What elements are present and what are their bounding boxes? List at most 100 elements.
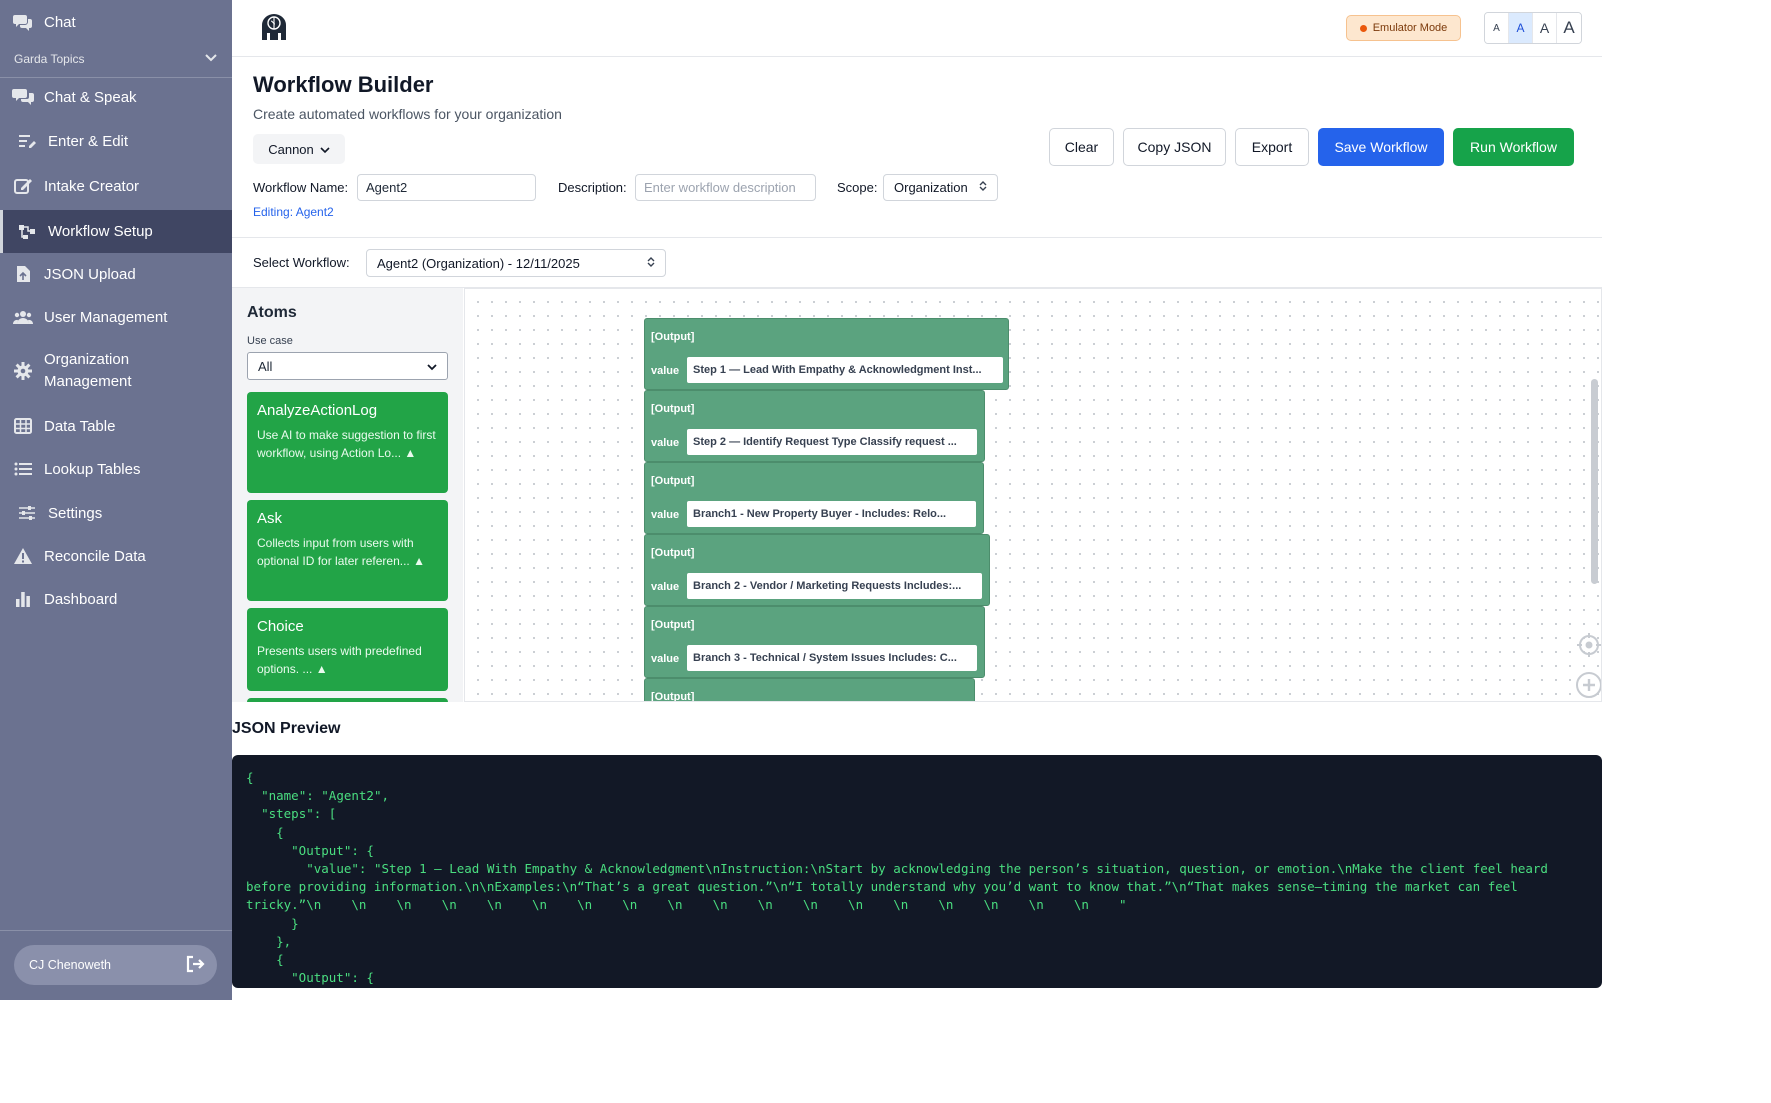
- atom-title: Ask: [257, 510, 283, 527]
- clear-button[interactable]: Clear: [1049, 128, 1114, 166]
- zoom-in-icon[interactable]: [1575, 671, 1601, 699]
- workflow-block[interactable]: [Output] value Step 1 — Lead With Empath…: [644, 318, 1009, 390]
- workflow-block[interactable]: [Output] value Branch 3 - Technical / Sy…: [644, 606, 985, 678]
- workflow-block[interactable]: [Output] value Step 2 — Identify Request…: [644, 390, 985, 462]
- workflow-block[interactable]: [Output] value Branch 2 - Vendor / Marke…: [644, 534, 990, 606]
- usecase-value: All: [258, 358, 273, 374]
- sidebar-item-chat-speak[interactable]: Chat & Speak: [0, 81, 232, 113]
- block-output-label: [Output]: [651, 475, 695, 487]
- select-workflow-dropdown[interactable]: Agent2 (Organization) - 12/11/2025: [366, 249, 666, 277]
- sidebar-item-lookup-tables[interactable]: Lookup Tables: [0, 453, 232, 485]
- pencil-square-icon: [12, 175, 34, 197]
- chat-bubbles-icon: [12, 11, 34, 33]
- font-size-xs-button[interactable]: A: [1485, 13, 1509, 43]
- json-preview-title: JSON Preview: [232, 720, 341, 737]
- chat-bubbles-icon: [12, 86, 34, 108]
- topics-dropdown[interactable]: Garda Topics: [0, 47, 232, 71]
- file-upload-icon: [12, 263, 34, 285]
- json-line: {: [246, 824, 284, 840]
- json-line: "Output": {: [246, 842, 374, 858]
- elephant-brain-logo: [258, 12, 290, 44]
- logout-icon[interactable]: [185, 955, 205, 976]
- workflow-canvas[interactable]: [Output] value Step 1 — Lead With Empath…: [464, 288, 1602, 702]
- copy-json-button[interactable]: Copy JSON: [1123, 128, 1226, 166]
- sidebar-item-label: JSON Upload: [44, 265, 136, 283]
- sidebar-item-user-management[interactable]: User Management: [0, 301, 232, 333]
- scope-select[interactable]: Organization: [883, 174, 998, 201]
- font-size-s-button[interactable]: A: [1509, 13, 1533, 43]
- emulator-mode-badge: Emulator Mode: [1346, 15, 1461, 41]
- json-line: "steps": [: [246, 806, 337, 822]
- block-output-label: [Output]: [651, 331, 695, 343]
- sidebar-divider: [0, 930, 232, 931]
- atom-card-analyzeactionlog[interactable]: AnalyzeActionLog Use AI to make suggesti…: [247, 392, 448, 493]
- sidebar-item-enter-edit[interactable]: Enter & Edit: [0, 125, 232, 157]
- sidebar-item-json-upload[interactable]: JSON Upload: [0, 258, 232, 290]
- sidebar-item-label: Settings: [48, 504, 103, 522]
- json-line: "value": "Step 1 — Lead With Empathy & A…: [246, 861, 1556, 913]
- font-size-l-button[interactable]: A: [1557, 13, 1581, 43]
- block-value-field[interactable]: Branch 2 - Vendor / Marketing Requests I…: [687, 573, 982, 599]
- font-size-m-button[interactable]: A: [1533, 13, 1557, 43]
- workflow-block[interactable]: [Output] value Branch1 - New Property Bu…: [644, 462, 984, 534]
- topics-label: Garda Topics: [14, 52, 85, 66]
- block-value-label: value: [651, 653, 680, 665]
- recenter-icon[interactable]: [1575, 631, 1601, 659]
- atom-description: Use AI to make suggestion to first workf…: [257, 428, 436, 460]
- sidebar-item-label: Organization Management: [44, 351, 132, 390]
- sidebar-item-label: User Management: [44, 308, 168, 326]
- block-value-field[interactable]: Branch 3 - Technical / System Issues Inc…: [687, 645, 977, 671]
- canvas-scrollbar[interactable]: [1591, 379, 1598, 584]
- json-line: "name": "Agent2",: [246, 788, 389, 804]
- sidebar-item-chat[interactable]: Chat: [0, 6, 232, 38]
- user-name: CJ Chenoweth: [29, 958, 111, 972]
- block-value-field[interactable]: Branch1 - New Property Buyer - Includes:…: [687, 501, 976, 527]
- workflow-name-input[interactable]: Agent2: [357, 174, 536, 201]
- sidebar-item-label: Intake Creator: [44, 177, 140, 195]
- top-bar: Emulator Mode A A A A: [232, 0, 1602, 57]
- sidebar-divider: [0, 77, 232, 78]
- sidebar-item-settings[interactable]: Settings: [0, 497, 232, 529]
- block-value-field[interactable]: Step 1 — Lead With Empathy & Acknowledgm…: [687, 357, 1003, 383]
- font-size-selector: A A A A: [1484, 12, 1582, 44]
- json-preview-panel[interactable]: { "name": "Agent2", "steps": [ { "Output…: [232, 755, 1602, 988]
- sidebar-item-data-table[interactable]: Data Table: [0, 410, 232, 442]
- sidebar-item-workflow-setup[interactable]: Workflow Setup: [0, 210, 232, 253]
- usecase-select[interactable]: All: [247, 352, 448, 380]
- run-workflow-button[interactable]: Run Workflow: [1453, 128, 1574, 166]
- export-button[interactable]: Export: [1235, 128, 1309, 166]
- block-value-label: value: [651, 365, 680, 377]
- user-profile-pill[interactable]: CJ Chenoweth: [14, 945, 217, 985]
- sidebar-item-label: Data Table: [44, 417, 116, 435]
- sidebar-item-dashboard[interactable]: Dashboard: [0, 583, 232, 615]
- list-edit-icon: [16, 130, 38, 152]
- atom-card-choice[interactable]: Choice Presents users with predefined op…: [247, 608, 448, 691]
- save-workflow-button[interactable]: Save Workflow: [1318, 128, 1444, 166]
- atom-card-ask[interactable]: Ask Collects input from users with optio…: [247, 500, 448, 601]
- select-arrows-icon: [647, 256, 655, 271]
- description-input[interactable]: Enter workflow description: [635, 174, 816, 201]
- sidebar-item-reconcile-data[interactable]: Reconcile Data: [0, 540, 232, 572]
- block-value-label: value: [651, 437, 680, 449]
- chevron-down-icon: [320, 142, 330, 157]
- usecase-label: Use case: [247, 335, 293, 347]
- json-line: }: [246, 915, 299, 931]
- sidebar-item-organization-management[interactable]: Organization Management: [0, 347, 232, 395]
- list-icon: [12, 458, 34, 480]
- workflow-block[interactable]: [Output]: [644, 678, 975, 701]
- cannon-dropdown[interactable]: Cannon: [253, 134, 345, 164]
- atom-card-next[interactable]: [247, 698, 448, 702]
- sidebar-item-label: Chat & Speak: [44, 88, 137, 106]
- block-output-label: [Output]: [651, 619, 695, 631]
- json-line: {: [246, 952, 284, 968]
- block-value-label: value: [651, 581, 680, 593]
- sidebar-item-label: Lookup Tables: [44, 460, 141, 478]
- json-line: },: [246, 933, 292, 949]
- json-line: {: [246, 770, 254, 785]
- sidebar-item-intake-creator[interactable]: Intake Creator: [0, 170, 232, 202]
- page-title: Workflow Builder: [253, 72, 434, 97]
- section-divider: [232, 237, 1602, 238]
- emulator-label: Emulator Mode: [1372, 22, 1448, 34]
- block-value-field[interactable]: Step 2 — Identify Request Type Classify …: [687, 429, 977, 455]
- block-value-label: value: [651, 509, 680, 521]
